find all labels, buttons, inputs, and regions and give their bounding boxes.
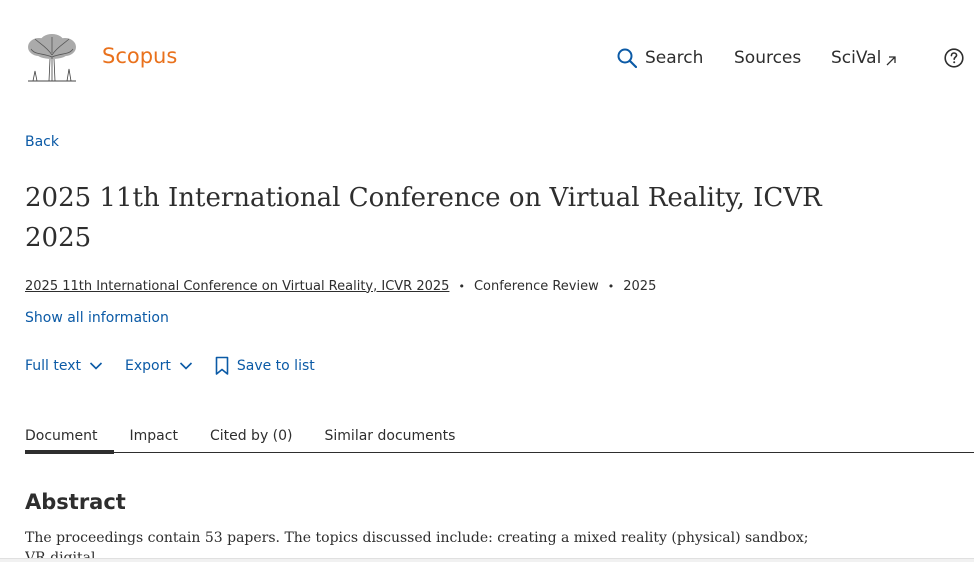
document-meta: 2025 11th International Conference on Vi… bbox=[25, 276, 656, 296]
scopus-brand[interactable]: Scopus bbox=[102, 42, 177, 70]
bookmark-icon bbox=[215, 356, 229, 375]
tab-similar-documents[interactable]: Similar documents bbox=[325, 424, 456, 452]
export-label: Export bbox=[125, 358, 171, 374]
abstract-heading: Abstract bbox=[25, 490, 126, 514]
chevron-down-icon bbox=[179, 362, 192, 370]
show-all-information-link[interactable]: Show all information bbox=[25, 308, 169, 328]
bottom-scroll-edge bbox=[0, 558, 974, 562]
back-link[interactable]: Back bbox=[25, 132, 59, 152]
save-to-list-button[interactable]: Save to list bbox=[215, 356, 315, 376]
save-to-list-label: Save to list bbox=[236, 358, 315, 374]
export-button[interactable]: Export bbox=[125, 358, 193, 374]
nav-scival[interactable]: SciVal bbox=[831, 44, 897, 72]
page-title: 2025 11th International Conference on Vi… bbox=[25, 183, 822, 253]
nav-search[interactable]: Search bbox=[617, 44, 703, 72]
tab-impact[interactable]: Impact bbox=[130, 424, 178, 452]
nav-search-label: Search bbox=[645, 48, 704, 68]
nav-scival-label: SciVal bbox=[831, 48, 882, 68]
document-actions: Full text Export Save to list bbox=[25, 354, 337, 378]
external-link-icon bbox=[886, 56, 896, 66]
nav-sources-label: Sources bbox=[734, 48, 802, 68]
full-text-label: Full text bbox=[25, 358, 82, 374]
document-type: Conference Review bbox=[473, 278, 599, 294]
abstract-text: The proceedings contain 53 papers. The t… bbox=[25, 530, 809, 558]
help-icon[interactable] bbox=[944, 48, 964, 68]
full-text-button[interactable]: Full text bbox=[25, 358, 103, 374]
nav-sources[interactable]: Sources bbox=[734, 44, 801, 72]
tab-cited-by[interactable]: Cited by (0) bbox=[210, 424, 293, 452]
top-header: Scopus Search Sources SciVal bbox=[0, 0, 974, 116]
elsevier-logo-icon[interactable] bbox=[25, 33, 79, 83]
search-icon bbox=[617, 48, 637, 68]
meta-separator: • bbox=[458, 279, 465, 293]
document-tabs: Document Impact Cited by (0) Similar doc… bbox=[25, 424, 974, 454]
chevron-down-icon bbox=[89, 362, 103, 370]
tab-document[interactable]: Document bbox=[25, 424, 113, 454]
publication-year: 2025 bbox=[623, 278, 657, 294]
source-title-link[interactable]: 2025 11th International Conference on Vi… bbox=[25, 279, 449, 294]
meta-separator: • bbox=[607, 279, 615, 293]
